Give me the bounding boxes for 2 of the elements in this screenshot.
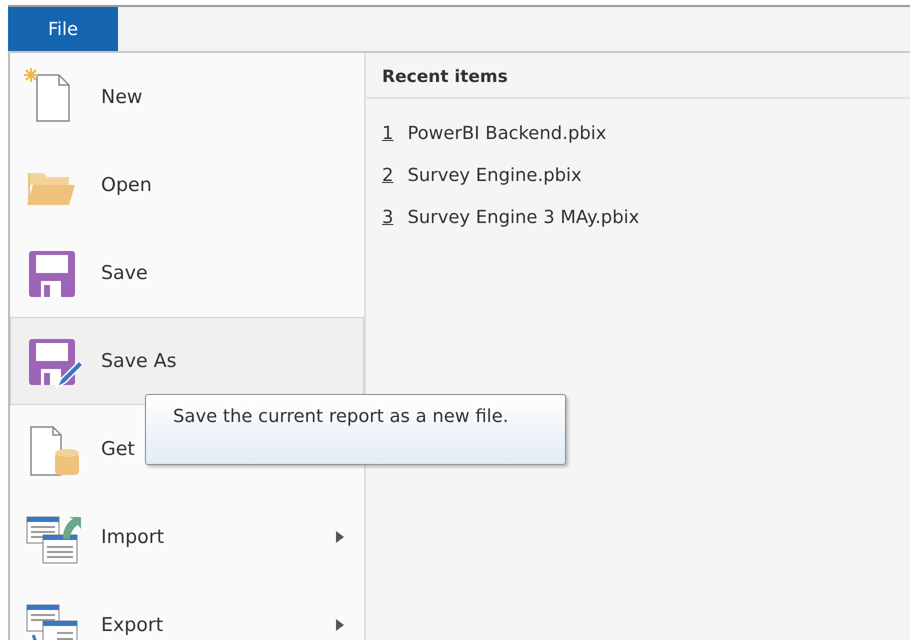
- section-heading: Recent items: [366, 61, 910, 98]
- tooltip: Save the current report as a new file.: [145, 394, 566, 465]
